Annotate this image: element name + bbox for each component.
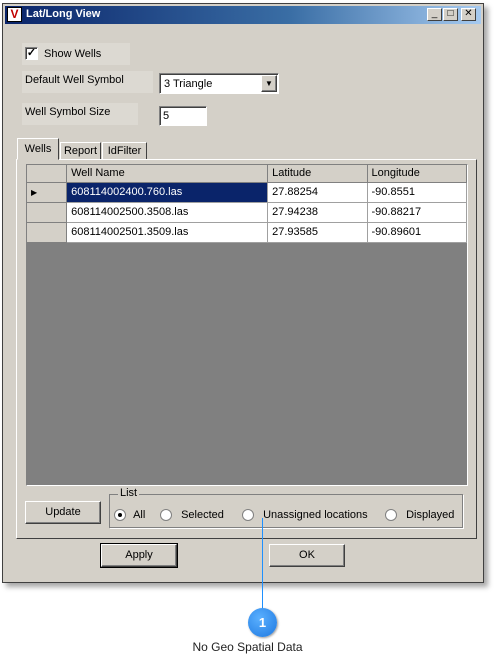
show-wells-checkbox[interactable]: ✓ bbox=[25, 47, 38, 60]
radio-unassigned-label: Unassigned locations bbox=[263, 509, 368, 521]
radio-selected-button[interactable] bbox=[160, 509, 172, 522]
row-header[interactable]: ▶ bbox=[27, 182, 68, 203]
radio-selected-label: Selected bbox=[181, 509, 224, 521]
symbol-size-input[interactable]: 5 bbox=[159, 106, 207, 126]
column-header-well-name[interactable]: Well Name bbox=[66, 165, 269, 183]
symbol-size-label-panel: Well Symbol Size bbox=[22, 103, 138, 125]
window-title: Lat/Long View bbox=[26, 8, 101, 20]
column-header-latitude[interactable]: Latitude bbox=[267, 165, 368, 183]
tab-report[interactable]: Report bbox=[60, 142, 101, 160]
callout-badge: 1 bbox=[248, 608, 277, 637]
column-header-longitude[interactable]: Longitude bbox=[367, 165, 468, 183]
radio-all[interactable]: All bbox=[114, 509, 146, 522]
callout-line bbox=[262, 518, 263, 610]
ok-button[interactable]: OK bbox=[269, 544, 345, 567]
wells-table: Well Name Latitude Longitude ▶ 608114002… bbox=[27, 165, 468, 243]
maximize-button[interactable]: □ bbox=[443, 8, 458, 21]
cell-well-name[interactable]: 608114002400.760.las bbox=[66, 182, 269, 203]
table-row[interactable]: 608114002501.3509.las 27.93585 -90.89601 bbox=[27, 222, 468, 243]
cell-latitude[interactable]: 27.88254 bbox=[267, 182, 368, 203]
callout-caption: No Geo Spatial Data bbox=[192, 640, 303, 654]
lat-long-window: V Lat/Long View _ □ ✕ ✓ Show Wells Defau… bbox=[2, 3, 484, 583]
cell-well-name[interactable]: 608114002500.3508.las bbox=[66, 202, 269, 223]
ok-button-label: OK bbox=[299, 549, 315, 561]
grid-header-row: Well Name Latitude Longitude bbox=[27, 165, 468, 183]
table-row[interactable]: 608114002500.3508.las 27.94238 -90.88217 bbox=[27, 202, 468, 223]
app-icon: V bbox=[7, 7, 22, 22]
radio-displayed-button[interactable] bbox=[385, 509, 397, 522]
grid-corner-header bbox=[27, 165, 68, 183]
close-button[interactable]: ✕ bbox=[461, 8, 476, 21]
title-bar[interactable]: V Lat/Long View _ □ ✕ bbox=[5, 6, 481, 24]
update-button[interactable]: Update bbox=[25, 501, 101, 524]
cell-longitude[interactable]: -90.89601 bbox=[367, 222, 468, 243]
show-wells-label: Show Wells bbox=[44, 48, 102, 60]
minimize-button[interactable]: _ bbox=[427, 8, 442, 21]
check-icon: ✓ bbox=[26, 47, 37, 59]
radio-displayed-label: Displayed bbox=[406, 509, 455, 521]
radio-displayed[interactable]: Displayed bbox=[385, 509, 455, 522]
radio-all-label: All bbox=[133, 509, 146, 521]
tab-idfilter[interactable]: IdFilter bbox=[102, 142, 147, 160]
radio-unassigned-button[interactable] bbox=[242, 509, 254, 522]
update-button-label: Update bbox=[45, 506, 81, 518]
row-pointer-icon: ▶ bbox=[31, 188, 38, 197]
apply-button[interactable]: Apply bbox=[100, 543, 178, 568]
tab-wells[interactable]: Wells bbox=[17, 138, 59, 160]
list-groupbox: List All Selected Unassigned locations D… bbox=[109, 487, 463, 528]
cell-longitude[interactable]: -90.88217 bbox=[367, 202, 468, 223]
row-header[interactable] bbox=[27, 202, 68, 223]
chevron-down-icon[interactable]: ▼ bbox=[261, 75, 277, 92]
wells-grid[interactable]: Well Name Latitude Longitude ▶ 608114002… bbox=[26, 164, 468, 486]
radio-unassigned[interactable]: Unassigned locations bbox=[242, 509, 368, 522]
row-header[interactable] bbox=[27, 222, 68, 243]
default-symbol-value: 3 Triangle bbox=[164, 78, 213, 90]
apply-button-label: Apply bbox=[125, 549, 153, 561]
cell-latitude[interactable]: 27.94238 bbox=[267, 202, 368, 223]
default-symbol-select[interactable]: 3 Triangle ▼ bbox=[159, 73, 279, 94]
table-row[interactable]: ▶ 608114002400.760.las 27.88254 -90.8551 bbox=[27, 182, 468, 203]
cell-longitude[interactable]: -90.8551 bbox=[367, 182, 468, 203]
default-symbol-label: Default Well Symbol bbox=[25, 74, 124, 86]
symbol-size-label: Well Symbol Size bbox=[25, 106, 111, 118]
cell-latitude[interactable]: 27.93585 bbox=[267, 222, 368, 243]
show-wells-row[interactable]: ✓ Show Wells bbox=[22, 43, 130, 65]
list-group-title: List bbox=[118, 487, 140, 499]
cell-well-name[interactable]: 608114002501.3509.las bbox=[66, 222, 269, 243]
symbol-size-value: 5 bbox=[163, 110, 170, 122]
radio-selected[interactable]: Selected bbox=[160, 509, 224, 522]
radio-all-button[interactable] bbox=[114, 509, 126, 522]
default-symbol-label-panel: Default Well Symbol bbox=[22, 71, 153, 93]
